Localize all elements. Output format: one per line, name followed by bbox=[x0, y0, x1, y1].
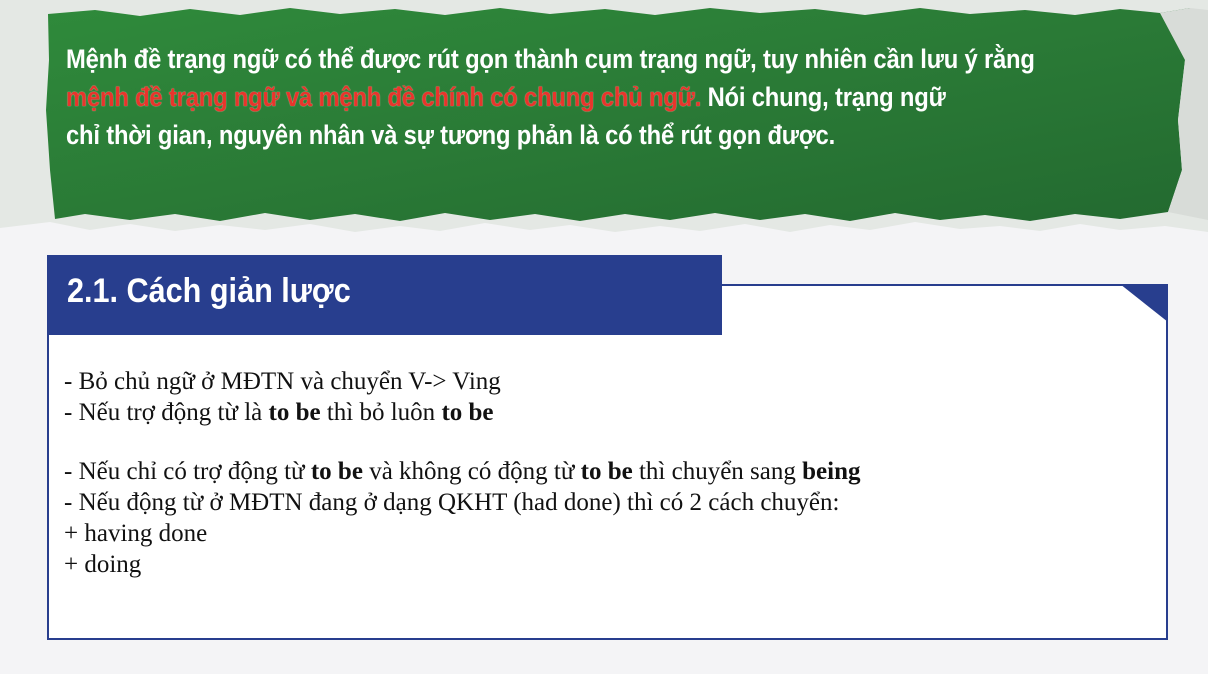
banner-line-2: mệnh đề trạng ngữ và mệnh đề chính có ch… bbox=[66, 78, 1148, 116]
rule-line-5: + having done bbox=[64, 520, 208, 547]
banner-line-2-rest: Nói chung, trạng ngữ bbox=[701, 82, 946, 112]
rule-bold-term: to be bbox=[441, 399, 494, 426]
rule-bold-term: to be bbox=[268, 399, 321, 426]
banner-paragraph: Mệnh đề trạng ngữ có thể được rút gọn th… bbox=[66, 40, 1148, 154]
rule-bold-term: to be bbox=[580, 458, 633, 485]
torn-paper-banner: Mệnh đề trạng ngữ có thể được rút gọn th… bbox=[0, 0, 1208, 250]
rule-text: - Nếu trợ động từ là bbox=[64, 399, 269, 426]
banner-line-1: Mệnh đề trạng ngữ có thể được rút gọn th… bbox=[66, 44, 1035, 74]
section-content: - Bỏ chủ ngữ ở MĐTN và chuyển V-> Ving -… bbox=[64, 366, 861, 580]
rule-text: thì chuyển sang bbox=[632, 458, 803, 485]
section-header: 2.1. Cách giản lược bbox=[47, 255, 722, 335]
rule-line-3: - Nếu chỉ có trợ động từ to be và không … bbox=[64, 456, 861, 487]
corner-tab-decoration bbox=[1120, 284, 1168, 322]
rule-line-2: - Nếu trợ động từ là to be thì bỏ luôn t… bbox=[64, 397, 861, 428]
rule-bold-term: being bbox=[802, 458, 861, 485]
rule-text: thì bỏ luôn bbox=[320, 399, 442, 426]
banner-line-3: chỉ thời gian, nguyên nhân và sự tương p… bbox=[66, 120, 836, 150]
section-title: 2.1. Cách giản lược bbox=[67, 272, 351, 310]
rule-bold-term: to be bbox=[310, 458, 363, 485]
rule-line-4: - Nếu động từ ở MĐTN đang ở dạng QKHT (h… bbox=[64, 489, 840, 516]
rule-line-6: + doing bbox=[64, 551, 142, 578]
rule-text: và không có động từ bbox=[362, 458, 581, 485]
banner-highlight: mệnh đề trạng ngữ và mệnh đề chính có ch… bbox=[66, 82, 702, 112]
rule-text: - Nếu chỉ có trợ động từ bbox=[64, 458, 311, 485]
rule-line-1: - Bỏ chủ ngữ ở MĐTN và chuyển V-> Ving bbox=[64, 368, 501, 395]
